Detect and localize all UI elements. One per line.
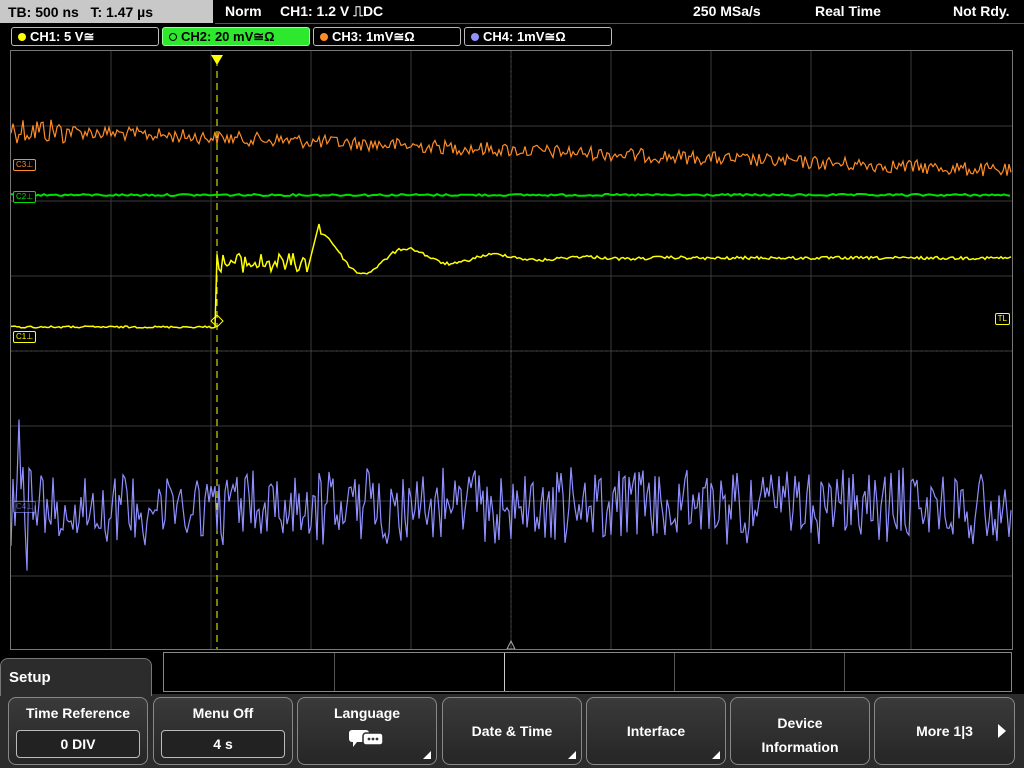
- menu-off-label: Menu Off: [192, 705, 254, 721]
- submenu-corner-icon: [423, 751, 431, 759]
- ch2-label: CH2: 20 mV≅Ω: [181, 29, 275, 44]
- ch1-label: CH1: 5 V≅: [30, 29, 95, 44]
- interface-label: Interface: [626, 723, 686, 739]
- tab-ch4[interactable]: CH4: 1mV≅Ω: [464, 27, 612, 46]
- ch3-color-dot: [320, 33, 328, 41]
- c4-marker[interactable]: C4⊥: [13, 501, 37, 513]
- submenu-corner-icon: [568, 751, 576, 759]
- time-reference-label: Time Reference: [25, 705, 130, 721]
- menu-title: Setup: [0, 658, 152, 696]
- ch2-color-dot: [169, 33, 177, 41]
- more-softkey[interactable]: More 1|3: [874, 697, 1015, 765]
- acquisition-mode[interactable]: Real Time: [815, 3, 881, 19]
- submenu-corner-icon: [712, 751, 720, 759]
- trigger-info[interactable]: CH1: 1.2 V ⎍DC: [280, 3, 383, 20]
- more-label: More 1|3: [916, 723, 973, 739]
- ch3-label: CH3: 1mV≅Ω: [332, 29, 415, 44]
- menu-off-value: 4 s: [161, 730, 285, 758]
- c3-marker[interactable]: C3⊥: [13, 159, 37, 171]
- language-softkey[interactable]: Language: [297, 697, 437, 765]
- waveform-display[interactable]: C3⊥ C2⊥ C1⊥ C4⊥ TL: [10, 50, 1013, 650]
- date-time-softkey[interactable]: Date & Time: [442, 697, 582, 765]
- timebase-readout[interactable]: TB: 500 ns T: 1.47 µs: [0, 0, 213, 23]
- ch4-label: CH4: 1mV≅Ω: [483, 29, 566, 44]
- acquisition-status: Not Rdy.: [953, 3, 1010, 19]
- trigger-mode[interactable]: Norm: [225, 3, 262, 19]
- c1-marker[interactable]: C1⊥: [13, 331, 37, 343]
- zoom-overview-strip[interactable]: [163, 652, 1012, 692]
- ch1-color-dot: [18, 33, 26, 41]
- sample-rate: 250 MSa/s: [693, 3, 761, 19]
- trigger-level-marker[interactable]: TL: [994, 313, 1010, 325]
- device-information-label: Device Information: [761, 715, 839, 755]
- next-page-arrow-icon: [998, 724, 1006, 738]
- interface-softkey[interactable]: Interface: [586, 697, 726, 765]
- trigger-position-marker: [211, 55, 223, 65]
- date-time-label: Date & Time: [471, 723, 553, 739]
- device-information-softkey[interactable]: Device Information: [730, 697, 870, 765]
- tab-ch2[interactable]: CH2: 20 mV≅Ω: [162, 27, 310, 46]
- waveform-canvas: [11, 51, 1012, 649]
- ch4-color-dot: [471, 33, 479, 41]
- c2-marker[interactable]: C2⊥: [13, 191, 37, 203]
- speech-bubble-icon: [349, 730, 384, 747]
- tab-ch3[interactable]: CH3: 1mV≅Ω: [313, 27, 461, 46]
- time-reference-value: 0 DIV: [16, 730, 140, 758]
- menu-off-softkey[interactable]: Menu Off 4 s: [153, 697, 293, 765]
- status-bar: Norm CH1: 1.2 V ⎍DC 250 MSa/s Real Time …: [215, 0, 1024, 24]
- tab-ch1[interactable]: CH1: 5 V≅: [11, 27, 159, 46]
- language-label: Language: [333, 705, 401, 721]
- time-reference-softkey[interactable]: Time Reference 0 DIV: [8, 697, 148, 765]
